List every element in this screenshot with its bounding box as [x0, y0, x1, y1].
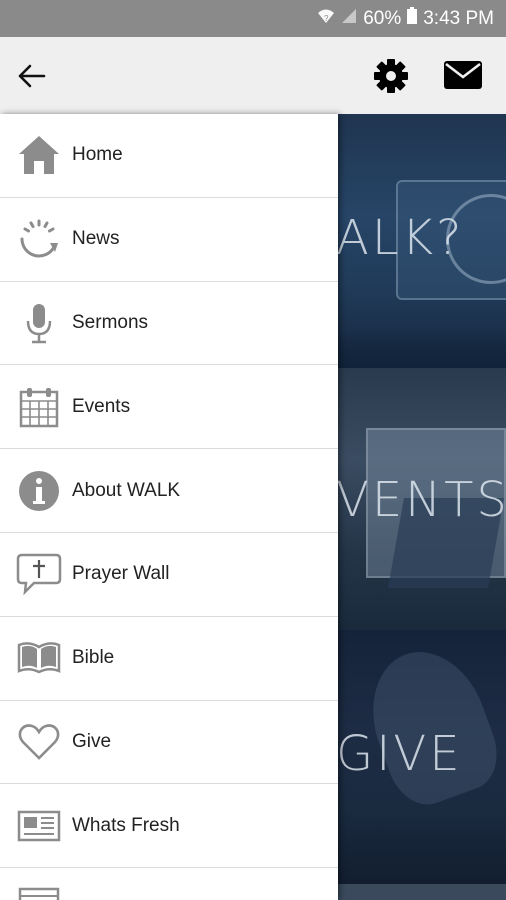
- panel-label: GIVE: [336, 726, 463, 782]
- calendar-icon: [16, 384, 62, 430]
- drawer-item-label: About WALK: [72, 479, 181, 501]
- drawer-item-label: Whats Fresh: [72, 814, 180, 836]
- status-time: 3:43 PM: [423, 7, 494, 29]
- bg-panel-give[interactable]: GIVE: [336, 630, 506, 884]
- drawer-item-label: Prayer Wall: [72, 563, 170, 585]
- drawer-item-sermons[interactable]: Sermons: [0, 282, 338, 366]
- gear-icon: [374, 59, 408, 93]
- drawer-item-label: Give: [72, 730, 112, 752]
- bg-panel-more[interactable]: [336, 884, 506, 900]
- drawer-item-events[interactable]: Events: [0, 365, 338, 450]
- signal-icon: [341, 8, 357, 30]
- drawer-item-home[interactable]: Home: [0, 114, 338, 198]
- window-icon: [16, 885, 62, 900]
- mail-button[interactable]: [443, 59, 483, 91]
- drawer-item-next[interactable]: [0, 868, 338, 900]
- bg-panel-events[interactable]: VENTS: [336, 368, 506, 630]
- hand-shape: [353, 635, 506, 815]
- panel-label: ALK?: [336, 210, 465, 266]
- svg-text:?: ?: [324, 14, 329, 23]
- drawer-item-give[interactable]: Give: [0, 701, 338, 785]
- arrow-left-icon: [18, 64, 46, 88]
- newspaper-icon: [16, 803, 62, 849]
- settings-button[interactable]: [372, 57, 410, 95]
- drawer-item-about[interactable]: About WALK: [0, 449, 338, 533]
- refresh-icon: [16, 216, 62, 262]
- status-bar: ? 60% 3:43 PM: [0, 0, 506, 37]
- drawer-item-label: Events: [72, 395, 131, 417]
- drawer-item-prayer-wall[interactable]: Prayer Wall: [0, 533, 338, 617]
- cross-chat-icon: [16, 551, 62, 597]
- battery-icon: [407, 7, 418, 30]
- navigation-drawer: Home News Sermons Events About WALK Pray…: [0, 114, 338, 900]
- app-bar: [0, 37, 506, 114]
- home-icon: [16, 132, 62, 178]
- book-icon: [16, 635, 62, 681]
- panel-label: VENTS: [336, 472, 506, 528]
- drawer-item-label: Bible: [72, 647, 115, 669]
- drawer-item-bible[interactable]: Bible: [0, 617, 338, 701]
- bg-panel-walk[interactable]: ALK?: [336, 114, 506, 368]
- envelope-icon: [444, 61, 482, 89]
- drawer-item-label: News: [72, 228, 120, 250]
- drawer-item-label: Sermons: [72, 311, 149, 333]
- back-button[interactable]: [16, 61, 48, 91]
- battery-percent: 60%: [363, 7, 402, 29]
- drawer-item-news[interactable]: News: [0, 198, 338, 282]
- microphone-icon: [16, 300, 62, 346]
- heart-icon: [16, 719, 62, 765]
- stage-floor: [336, 328, 506, 368]
- wifi-icon: ?: [317, 8, 335, 30]
- drawer-item-label: Home: [72, 144, 123, 166]
- drawer-item-whats-fresh[interactable]: Whats Fresh: [0, 784, 338, 869]
- info-icon: [16, 468, 62, 514]
